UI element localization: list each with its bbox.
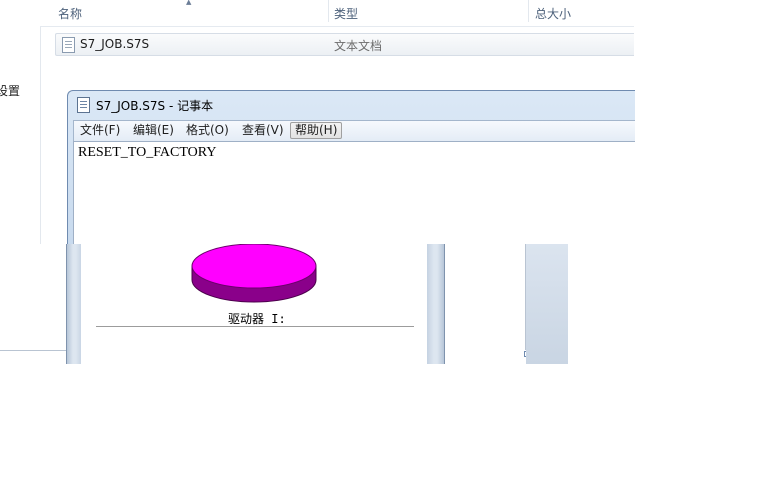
menu-format[interactable]: 格式(O)	[182, 122, 233, 139]
column-size-header[interactable]: 总大小	[535, 5, 571, 22]
column-divider[interactable]	[528, 0, 529, 22]
nav-item-settings[interactable]: 设置	[0, 82, 20, 99]
window-frame-left	[66, 244, 82, 364]
menu-view[interactable]: 查看(V)	[238, 122, 288, 139]
drive-label: 驱动器 I:	[228, 312, 286, 326]
column-header: 名称 ▲ 类型 总大小	[40, 0, 634, 27]
column-divider[interactable]	[328, 0, 329, 22]
file-name: S7_JOB.S7S	[80, 37, 150, 51]
disk-icon	[191, 244, 317, 303]
side-panel	[445, 244, 526, 350]
text-editor[interactable]: RESET_TO_FACTORY	[73, 141, 635, 245]
side-panel-footer	[445, 350, 526, 364]
notepad-window: S7_JOB.S7S - 记事本 文件(F) 编辑(E) 格式(O) 查看(V)…	[67, 90, 635, 245]
menu-help[interactable]: 帮助(H)	[290, 122, 343, 139]
menu-bar: 文件(F) 编辑(E) 格式(O) 查看(V) 帮助(H)	[73, 120, 635, 141]
drive-panel: 驱动器 I:	[81, 244, 427, 364]
menu-edit[interactable]: 编辑(E)	[129, 122, 178, 139]
divider	[0, 350, 66, 351]
editor-content: RESET_TO_FACTORY	[78, 145, 217, 160]
sort-ascending-icon: ▲	[186, 0, 192, 6]
column-type-header[interactable]: 类型	[334, 5, 358, 22]
drive-properties-fragment: 驱动器 I:	[0, 244, 568, 364]
window-frame-right	[427, 244, 445, 364]
desktop-background	[526, 244, 568, 364]
file-row[interactable]: S7_JOB.S7S 文本文档	[55, 33, 634, 56]
window-title: S7_JOB.S7S - 记事本	[96, 99, 214, 113]
text-file-icon	[62, 37, 75, 53]
menu-file[interactable]: 文件(F)	[76, 122, 124, 139]
separator	[96, 326, 414, 327]
navigation-pane: 设置	[0, 0, 41, 244]
column-name-header[interactable]: 名称	[58, 5, 82, 22]
background-window-fragment	[0, 244, 66, 364]
file-type: 文本文档	[334, 39, 383, 53]
notepad-icon[interactable]	[77, 97, 90, 113]
title-bar[interactable]: S7_JOB.S7S - 记事本	[68, 91, 635, 119]
